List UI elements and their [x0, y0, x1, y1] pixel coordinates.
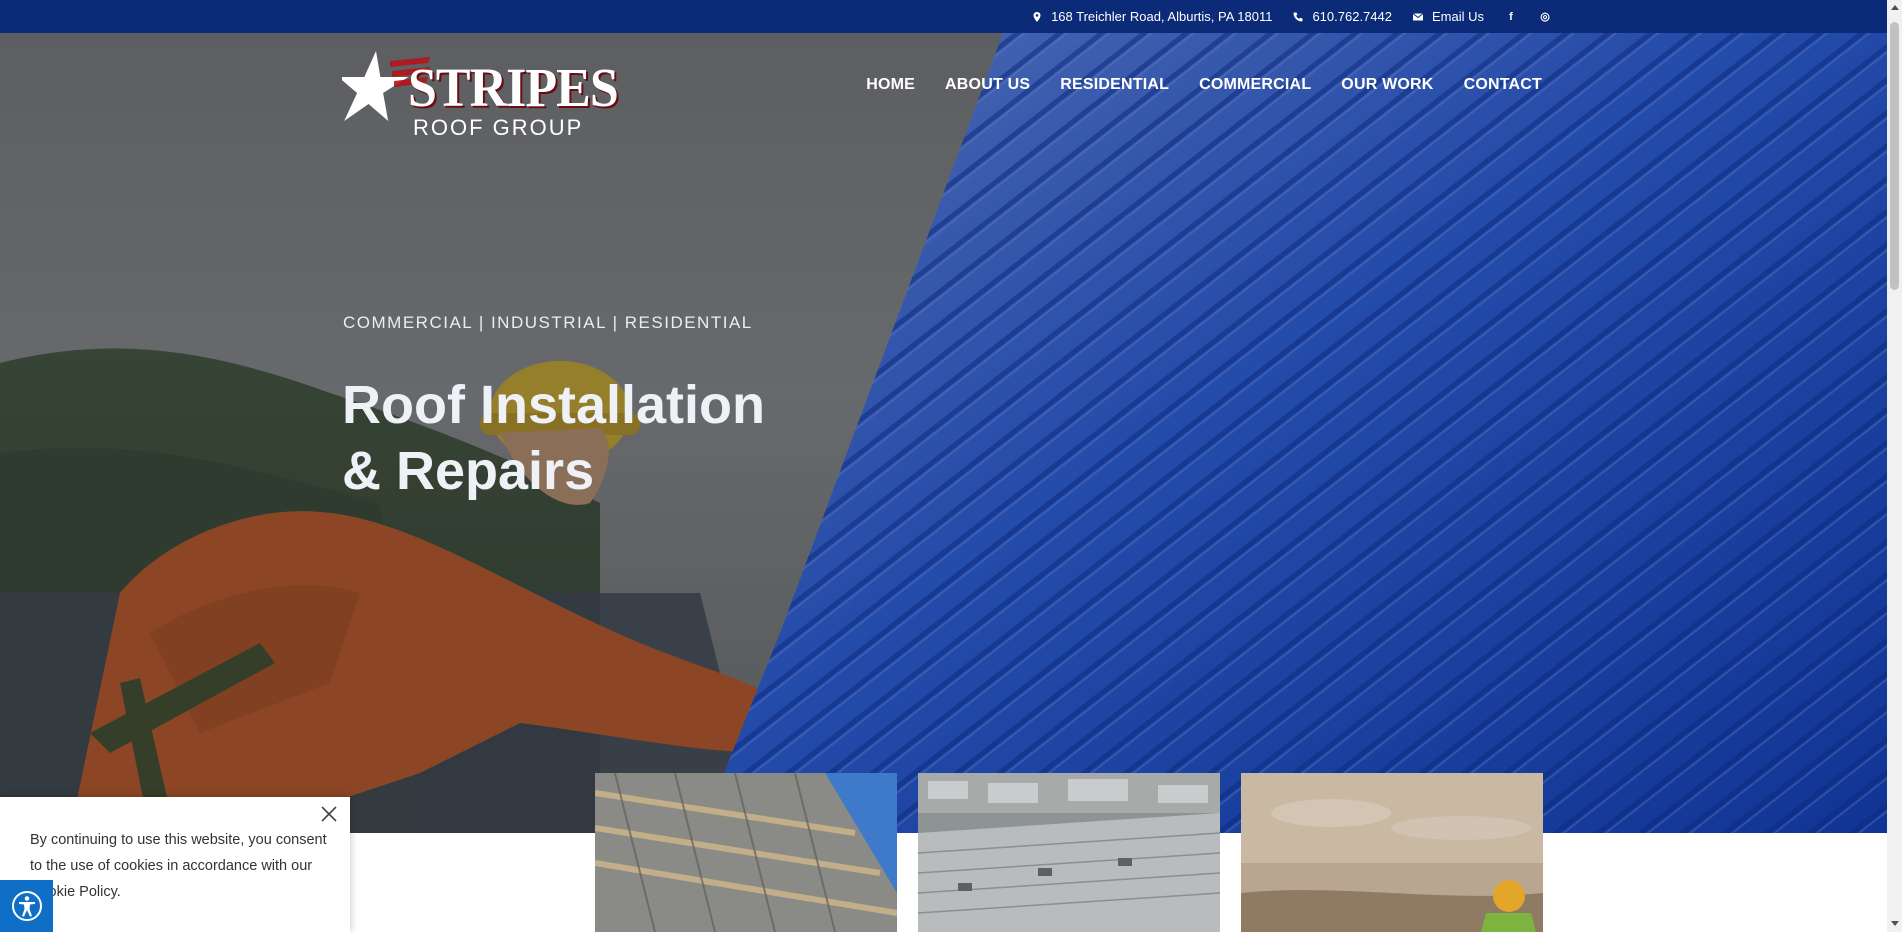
hero-background: [0, 33, 1887, 833]
top-info-bar: 168 Treichler Road, Alburtis, PA 18011 6…: [0, 0, 1902, 33]
nav-contact[interactable]: CONTACT: [1464, 76, 1542, 94]
map-pin-icon: [1033, 11, 1041, 22]
hero-headline-line-1: Roof Installation: [342, 375, 765, 435]
nav-residential[interactable]: RESIDENTIAL: [1060, 76, 1169, 94]
scrollbar-thumb[interactable]: [1890, 22, 1899, 290]
main-nav: HOME ABOUT US RESIDENTIAL COMMERCIAL OUR…: [866, 76, 1542, 94]
address-link[interactable]: 168 Treichler Road, Alburtis, PA 18011: [1031, 9, 1272, 24]
hero-headline: Roof Installation & Repairs: [342, 372, 765, 504]
facebook-icon[interactable]: f: [1504, 10, 1518, 24]
nav-commercial[interactable]: COMMERCIAL: [1199, 76, 1311, 94]
cookie-text: By continuing to use this website, you c…: [30, 832, 327, 900]
hero-section: [0, 33, 1887, 833]
phone-icon: [1293, 12, 1303, 21]
logo-wordmark: STRIPES: [408, 58, 619, 119]
vertical-scrollbar[interactable]: [1887, 0, 1902, 932]
nav-our-work[interactable]: OUR WORK: [1341, 76, 1433, 94]
envelope-icon: [1412, 12, 1424, 20]
address-text: 168 Treichler Road, Alburtis, PA 18011: [1051, 9, 1273, 24]
phone-link[interactable]: 610.762.7442: [1292, 9, 1392, 24]
service-card-industrial[interactable]: [1241, 773, 1543, 932]
hero-headline-line-2: & Repairs: [342, 441, 595, 501]
service-card-residential[interactable]: [595, 773, 897, 932]
roofer-worker-image: [1241, 773, 1543, 932]
site-logo[interactable]: STRIPES ROOF GROUP: [342, 47, 619, 142]
phone-text: 610.762.7442: [1312, 9, 1392, 24]
commercial-roof-image: [918, 773, 1220, 932]
scroll-up-arrow-icon[interactable]: [1891, 5, 1899, 10]
accessibility-icon: [11, 891, 42, 921]
contact-row: 168 Treichler Road, Alburtis, PA 18011 6…: [1031, 0, 1552, 33]
close-icon[interactable]: [318, 803, 340, 825]
page: 168 Treichler Road, Alburtis, PA 18011 6…: [0, 0, 1902, 932]
instagram-icon[interactable]: ◎: [1538, 10, 1552, 24]
nav-about-us[interactable]: ABOUT US: [945, 76, 1030, 94]
nav-home[interactable]: HOME: [866, 76, 915, 94]
email-link[interactable]: Email Us: [1412, 9, 1484, 24]
scroll-down-arrow-icon[interactable]: [1891, 921, 1899, 926]
email-text: Email Us: [1431, 9, 1484, 24]
residential-roof-image: [595, 773, 897, 932]
service-card-commercial[interactable]: [918, 773, 1220, 932]
hero-eyebrow: COMMERCIAL | INDUSTRIAL | RESIDENTIAL: [343, 313, 753, 332]
logo-subtitle: ROOF GROUP: [413, 115, 584, 140]
accessibility-button[interactable]: [0, 880, 53, 932]
